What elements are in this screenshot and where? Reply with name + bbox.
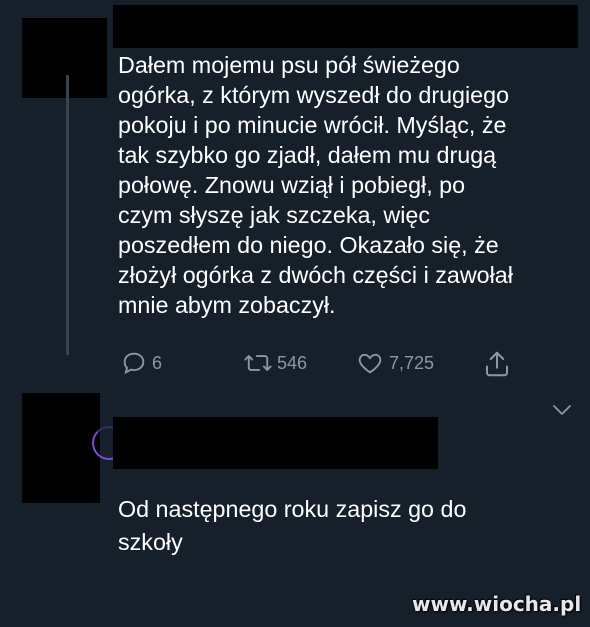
reply-line: szkoły <box>118 529 183 555</box>
tweet-line: Dałem mojemu psu pół świeżego <box>118 52 460 78</box>
like-button[interactable]: 7,725 <box>355 349 434 377</box>
tweet-line: czym słyszę jak szczeka, więc <box>118 202 430 228</box>
share-button[interactable] <box>482 349 512 379</box>
share-icon <box>482 349 512 379</box>
tweet-text: Dałem mojemu psu pół świeżego ogórka, z … <box>118 50 590 320</box>
retweet-button[interactable]: 546 <box>243 349 307 377</box>
tweet-line: poszedłem do niego. Okazało się, że <box>118 232 499 258</box>
reply-line: Od następnego roku zapisz go do <box>118 496 467 522</box>
redacted-avatar-reply <box>22 393 100 503</box>
reply-icon <box>120 349 148 377</box>
reply-count: 6 <box>152 352 163 373</box>
like-count: 7,725 <box>389 352 435 373</box>
redacted-handle-remnant <box>118 458 238 470</box>
tweet-line: pokoju i po minucie wrócił. Myśląc, że <box>118 112 507 138</box>
thread-line <box>66 75 69 355</box>
redacted-author-name <box>113 5 578 48</box>
more-options-button[interactable] <box>551 402 573 423</box>
tweet-line: tak szybko go zjadł, dałem mu drugą <box>118 142 497 168</box>
retweet-count: 546 <box>277 352 308 373</box>
watermark: www.wiocha.pl <box>412 592 582 616</box>
tweet-line: ogórka, z którym wyszedł do drugiego <box>118 82 510 108</box>
tweet-actions: 6 546 7,725 <box>0 349 590 379</box>
reply-button[interactable]: 6 <box>120 349 162 377</box>
chevron-down-icon <box>551 405 573 422</box>
tweet-line: połowę. Znowu wziął i pobiegł, po <box>118 172 466 198</box>
tweet-line: złożył ogórka z dwóch części i zawołał <box>118 262 513 288</box>
redacted-avatar-top <box>22 18 107 98</box>
like-icon <box>355 349 385 377</box>
reply-text: Od następnego roku zapisz go do szkoły <box>118 493 578 559</box>
retweet-icon <box>243 349 273 377</box>
tweet-line: mnie abym zobaczył. <box>118 292 336 318</box>
